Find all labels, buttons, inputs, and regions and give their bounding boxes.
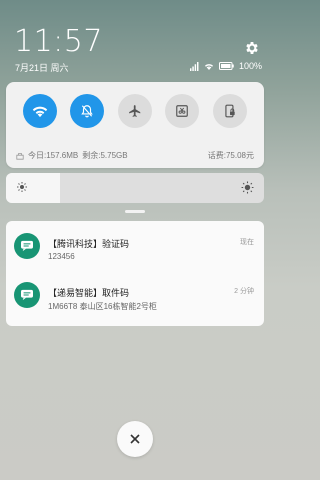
notification-list: 【腾讯科技】验证码 123456 现在 【递易智能】取件码 1M66T8 泰山区… bbox=[6, 221, 264, 326]
drag-handle[interactable] bbox=[125, 210, 145, 213]
notification-item[interactable]: 【腾讯科技】验证码 123456 现在 bbox=[6, 221, 264, 273]
bell-muted-icon bbox=[81, 105, 93, 118]
gear-icon[interactable] bbox=[244, 40, 260, 56]
airplane-toggle[interactable] bbox=[118, 94, 152, 128]
data-usage-icon bbox=[16, 152, 24, 160]
notification-item[interactable]: 【递易智能】取件码 1M66T8 泰山区16栋智能2号柜 2 分钟 bbox=[6, 270, 264, 322]
date-label: 7月21日 周六 bbox=[15, 63, 69, 73]
notification-body: 1M66T8 泰山区16栋智能2号柜 bbox=[48, 302, 157, 311]
lock-screen-toggle[interactable] bbox=[213, 94, 247, 128]
brightness-high-icon bbox=[241, 181, 254, 194]
screenshot-icon bbox=[176, 105, 188, 117]
battery-percent: 100% bbox=[238, 61, 262, 71]
brightness-low-icon bbox=[17, 182, 27, 192]
data-remaining-label: 剩余:5.75GB bbox=[82, 151, 128, 160]
mute-toggle[interactable] bbox=[70, 94, 104, 128]
system-icons: 100% bbox=[189, 61, 262, 71]
sms-icon bbox=[14, 233, 40, 259]
airplane-icon bbox=[129, 105, 141, 117]
notification-time: 现在 bbox=[240, 239, 254, 246]
clock: 11:57 bbox=[14, 24, 103, 59]
screenshot-toggle[interactable] bbox=[165, 94, 199, 128]
sms-icon bbox=[14, 282, 40, 308]
data-usage-row[interactable]: 今日:157.6MB 剩余:5.75GB 话费:75.08元 bbox=[16, 150, 254, 161]
signal-icon bbox=[189, 61, 199, 71]
balance-label: 话费:75.08元 bbox=[207, 151, 254, 160]
clear-all-button[interactable] bbox=[117, 421, 153, 457]
status-bar: 11:57 7月21日 周六 100% bbox=[0, 0, 270, 78]
brightness-fill bbox=[6, 173, 61, 203]
data-today-label: 今日:157.6MB bbox=[28, 151, 79, 160]
battery-icon bbox=[218, 62, 234, 70]
notification-time: 2 分钟 bbox=[234, 288, 254, 295]
notification-title: 【递易智能】取件码 bbox=[48, 288, 130, 298]
wifi-toggle[interactable] bbox=[23, 94, 57, 128]
notification-body: 123456 bbox=[48, 252, 75, 261]
wifi-icon bbox=[32, 106, 48, 117]
quick-settings-panel: 今日:157.6MB 剩余:5.75GB 话费:75.08元 bbox=[6, 82, 264, 168]
phone-lock-icon bbox=[225, 104, 235, 118]
notification-title: 【腾讯科技】验证码 bbox=[48, 239, 130, 249]
brightness-slider[interactable] bbox=[6, 173, 264, 203]
close-icon bbox=[130, 434, 140, 444]
wifi-status-icon bbox=[204, 63, 213, 70]
